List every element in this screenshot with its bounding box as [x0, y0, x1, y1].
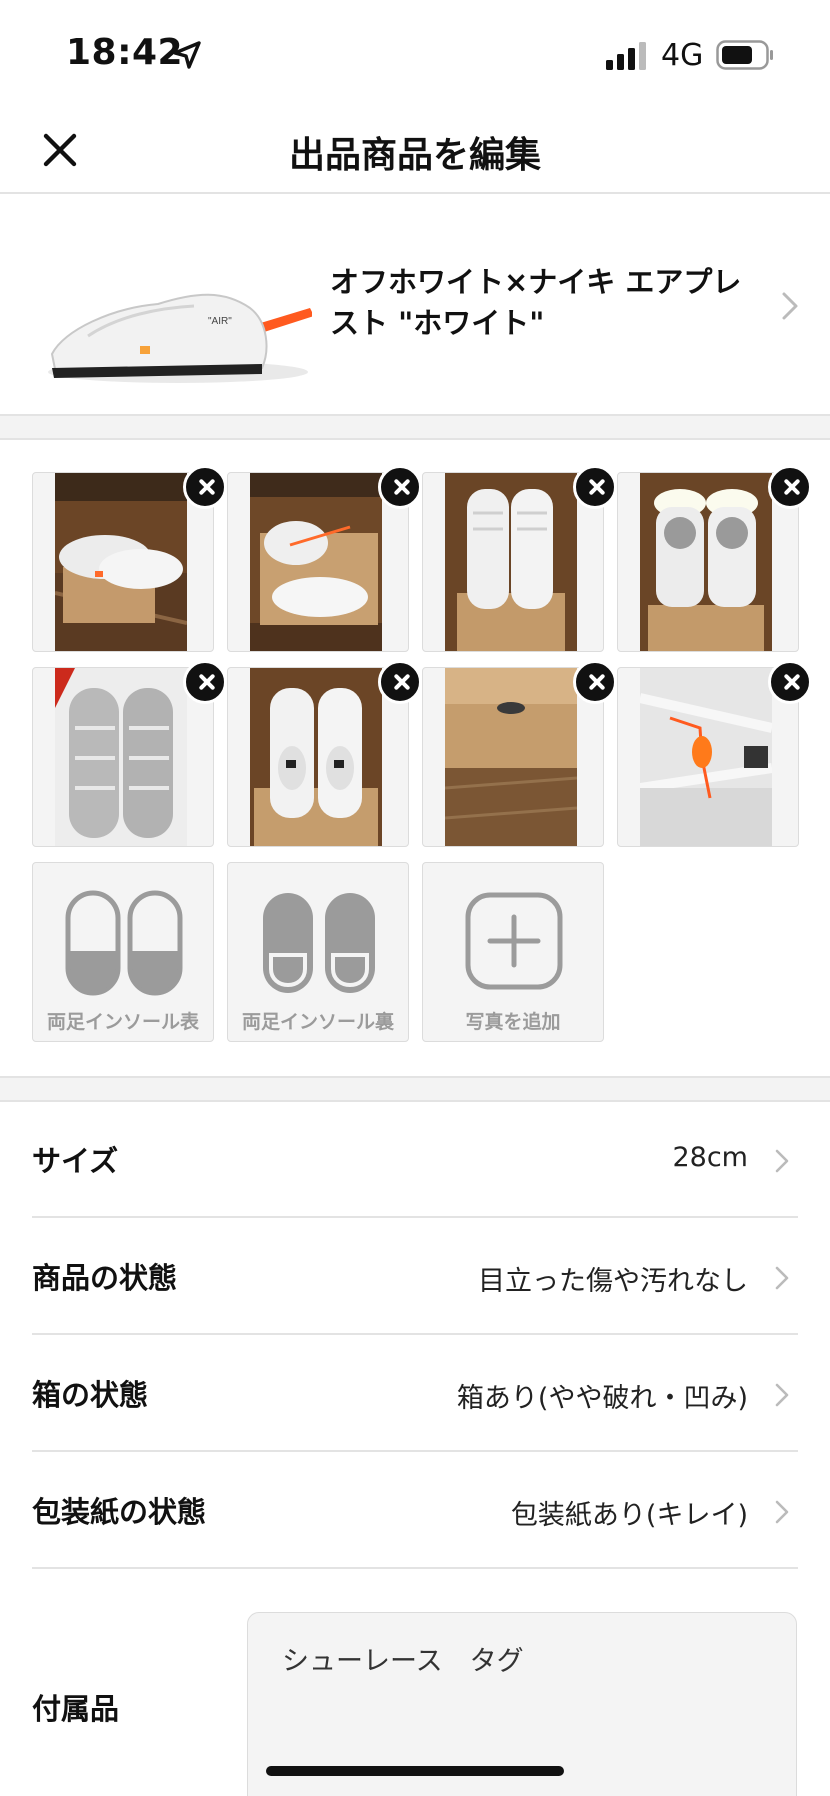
accessories-label: 付属品: [32, 1692, 120, 1726]
size-row[interactable]: サイズ 28cm: [32, 1102, 798, 1218]
chevron-right-icon: [775, 1266, 789, 1290]
delete-photo-button[interactable]: [768, 465, 812, 509]
listing-photo[interactable]: [617, 660, 812, 847]
row-value: 箱あり(やや破れ・凹み): [456, 1383, 748, 1414]
insole-top-photo-slot[interactable]: 両足インソール表: [32, 862, 214, 1042]
section-divider: [0, 1076, 830, 1102]
delete-photo-button[interactable]: [573, 660, 617, 704]
status-time: 18:42: [66, 32, 184, 73]
add-photo-button[interactable]: 写真を追加: [422, 862, 604, 1042]
row-label: 商品の状態: [32, 1261, 178, 1295]
product-thumbnail: "AIR": [48, 293, 312, 383]
photo-image: [250, 473, 382, 651]
product-summary[interactable]: "AIR" オフホワイト×ナイキ エアプレスト "ホワイト": [0, 196, 830, 414]
insole-top-icon: [65, 890, 183, 996]
page-title: 出品商品を編集: [288, 135, 541, 176]
photo-image: [640, 473, 772, 651]
listing-photo[interactable]: [422, 660, 617, 847]
delete-photo-button[interactable]: [573, 465, 617, 509]
add-photo-icon: [465, 892, 563, 990]
slot-label: 写真を追加: [465, 1011, 561, 1033]
home-indicator[interactable]: [266, 1766, 564, 1776]
insole-bottom-photo-slot[interactable]: 両足インソール裏: [227, 862, 409, 1042]
box-condition-row[interactable]: 箱の状態 箱あり(やや破れ・凹み): [32, 1336, 798, 1452]
listing-photo[interactable]: [422, 465, 617, 652]
listing-photo[interactable]: [617, 465, 812, 652]
delete-photo-button[interactable]: [183, 465, 227, 509]
photo-image: [250, 668, 382, 846]
photo-image: [445, 473, 577, 651]
condition-row[interactable]: 商品の状態 目立った傷や汚れなし: [32, 1219, 798, 1335]
row-label: サイズ: [32, 1144, 119, 1178]
photo-image: [55, 473, 187, 651]
insole-bottom-icon: [263, 893, 375, 993]
chevron-right-icon: [775, 1383, 789, 1407]
row-value: 28cm: [672, 1142, 748, 1173]
row-label: 包装紙の状態: [32, 1495, 207, 1529]
slot-label: 両足インソール表: [46, 1011, 199, 1033]
chevron-right-icon: [782, 292, 798, 320]
row-value: 目立った傷や汚れなし: [478, 1266, 748, 1297]
photo-image: [55, 668, 187, 846]
photo-image: [640, 668, 772, 846]
slot-label: 両足インソール裏: [241, 1011, 394, 1033]
section-divider: [0, 414, 830, 440]
delete-photo-button[interactable]: [768, 660, 812, 704]
chevron-right-icon: [775, 1500, 789, 1524]
photo-image: [445, 668, 577, 846]
listing-photo[interactable]: [32, 660, 227, 847]
delete-photo-button[interactable]: [183, 660, 227, 704]
status-bar: 18:42 4G: [0, 0, 830, 100]
location-arrow-icon: [173, 41, 201, 69]
row-value: 包装紙あり(キレイ): [510, 1500, 748, 1531]
svg-text:"AIR": "AIR": [208, 316, 232, 327]
listing-photo[interactable]: [227, 465, 422, 652]
network-type: 4G: [661, 38, 704, 73]
wrapping-paper-row[interactable]: 包装紙の状態 包装紙あり(キレイ): [32, 1453, 798, 1569]
signal-icon: [606, 42, 646, 70]
delete-photo-button[interactable]: [378, 660, 422, 704]
nav-header: 出品商品を編集: [0, 100, 830, 194]
listing-photo[interactable]: [227, 660, 422, 847]
product-name: オフホワイト×ナイキ エアプレスト "ホワイト": [330, 265, 742, 340]
delete-photo-button[interactable]: [378, 465, 422, 509]
accessories-value: シューレース タグ: [282, 1646, 524, 1677]
listing-photo[interactable]: [32, 465, 227, 652]
chevron-right-icon: [775, 1149, 789, 1173]
row-label: 箱の状態: [32, 1378, 149, 1412]
battery-icon: [716, 40, 773, 70]
